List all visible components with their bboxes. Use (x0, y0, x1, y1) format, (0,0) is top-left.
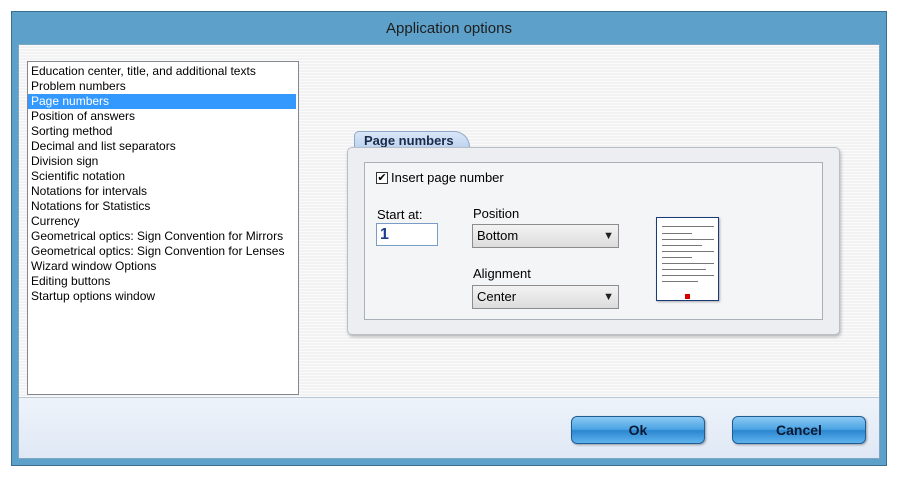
list-item[interactable]: Notations for intervals (28, 184, 298, 199)
window-client-area: Education center, title, and additional … (18, 44, 880, 459)
chevron-down-icon: ▼ (603, 291, 614, 303)
window-title: Application options (386, 20, 512, 37)
list-item[interactable]: Wizard window Options (28, 259, 298, 274)
list-item[interactable]: Division sign (28, 154, 298, 169)
position-label: Position (473, 206, 520, 221)
cancel-button[interactable]: Cancel (732, 416, 866, 444)
alignment-select[interactable]: Center ▼ (472, 285, 619, 309)
list-item[interactable]: Decimal and list separators (28, 139, 298, 154)
list-item[interactable]: Sorting method (28, 124, 298, 139)
page-numbers-panel: ✔ Insert page number Start at: 1 Positio… (347, 147, 840, 335)
options-list[interactable]: Education center, title, and additional … (27, 61, 299, 395)
page-preview-icon (656, 217, 719, 301)
position-value: Bottom (477, 228, 519, 243)
insert-page-number-label: Insert page number (391, 170, 504, 185)
list-item[interactable]: Geometrical optics: Sign Convention for … (28, 244, 298, 259)
insert-page-number-row[interactable]: ✔ Insert page number (376, 170, 504, 185)
page-numbers-inner-box: ✔ Insert page number Start at: 1 Positio… (364, 162, 823, 320)
list-item[interactable]: Position of answers (28, 109, 298, 124)
chevron-down-icon: ▼ (603, 230, 614, 242)
list-item[interactable]: Editing buttons (28, 274, 298, 289)
list-item[interactable]: Startup options window (28, 289, 298, 304)
list-item[interactable]: Scientific notation (28, 169, 298, 184)
options-area: Education center, title, and additional … (19, 45, 879, 398)
alignment-label: Alignment (473, 266, 531, 281)
start-at-input[interactable]: 1 (376, 223, 438, 246)
position-select[interactable]: Bottom ▼ (472, 224, 619, 248)
ok-button[interactable]: Ok (571, 416, 705, 444)
insert-page-number-checkbox[interactable]: ✔ (376, 171, 388, 184)
start-at-label: Start at: (377, 207, 423, 222)
list-item[interactable]: Currency (28, 214, 298, 229)
list-item[interactable]: Education center, title, and additional … (28, 64, 298, 79)
list-item[interactable]: Notations for Statistics (28, 199, 298, 214)
check-icon: ✔ (377, 171, 387, 184)
options-window: Application options Education center, ti… (11, 11, 887, 466)
page-number-marker (685, 294, 690, 299)
alignment-value: Center (477, 289, 517, 304)
list-item[interactable]: Geometrical optics: Sign Convention for … (28, 229, 298, 244)
button-bar: Ok Cancel (19, 398, 879, 458)
list-item[interactable]: Page numbers (28, 94, 296, 109)
list-item[interactable]: Problem numbers (28, 79, 298, 94)
